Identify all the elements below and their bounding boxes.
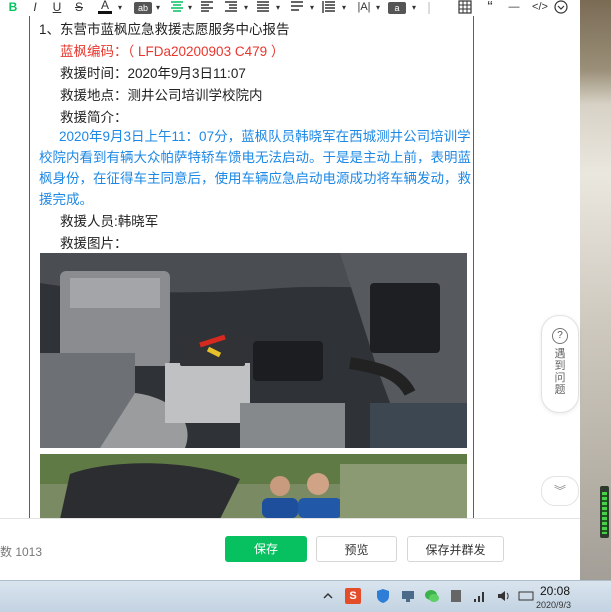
preview-button[interactable]: 预览 xyxy=(316,536,397,562)
windows-taskbar: S 20:08 2020/9/3 xyxy=(0,580,611,612)
word-count: 数 1013 xyxy=(0,545,43,559)
save-and-send-button[interactable]: 保存并群发 xyxy=(407,536,504,562)
letter-spacing-dropdown-icon[interactable]: ▾ xyxy=(374,0,382,15)
taskbar-date[interactable]: 2020/9/3 xyxy=(536,600,571,610)
indent-dropdown-icon[interactable]: ▾ xyxy=(242,0,250,15)
strikethrough-button[interactable]: S xyxy=(72,0,86,15)
code-icon[interactable]: </> xyxy=(532,0,548,15)
justify-icon[interactable] xyxy=(256,0,272,15)
save-button[interactable]: 保存 xyxy=(225,536,307,562)
signal-icon[interactable] xyxy=(472,588,488,604)
network-icon[interactable] xyxy=(400,588,416,604)
table-icon[interactable] xyxy=(458,0,474,15)
shield-icon[interactable] xyxy=(375,588,391,604)
underline-button[interactable]: U xyxy=(50,0,64,15)
clear-format-dropdown-icon[interactable]: ▾ xyxy=(410,0,418,15)
bold-button[interactable]: B xyxy=(6,0,20,15)
toolbar-divider xyxy=(428,2,430,14)
help-widget[interactable]: ? 遇到问题 xyxy=(541,315,579,413)
volume-icon[interactable] xyxy=(496,588,512,604)
content-frame xyxy=(29,16,474,518)
question-icon: ? xyxy=(552,328,568,344)
divider-line-icon[interactable]: — xyxy=(506,0,522,15)
highlight-dropdown-icon[interactable]: ▾ xyxy=(154,0,162,15)
battery-widget xyxy=(600,486,609,538)
line-spacing-icon[interactable] xyxy=(290,0,306,15)
align-left-icon[interactable] xyxy=(200,0,216,15)
font-color-dropdown-icon[interactable]: ▾ xyxy=(116,0,124,15)
paragraph-dropdown-icon[interactable]: ▾ xyxy=(340,0,348,15)
highlight-button[interactable]: ab xyxy=(134,2,152,14)
taskbar-clock[interactable]: 20:08 xyxy=(540,584,570,598)
italic-button[interactable]: I xyxy=(28,0,42,15)
expand-icon[interactable] xyxy=(554,0,570,15)
letter-spacing-icon[interactable]: |A| xyxy=(356,0,372,15)
paragraph-spacing-icon[interactable] xyxy=(322,0,338,15)
font-color-button[interactable]: A xyxy=(98,0,112,14)
line-spacing-dropdown-icon[interactable]: ▾ xyxy=(308,0,316,15)
chevron-up-icon[interactable] xyxy=(320,588,336,604)
chevron-down-icon: ︾ xyxy=(553,484,566,498)
help-label: 遇到问题 xyxy=(554,348,566,396)
clear-format-icon[interactable]: a xyxy=(388,2,406,14)
wechat-icon[interactable] xyxy=(424,588,440,604)
desktop-background xyxy=(580,0,611,580)
flag-icon[interactable] xyxy=(448,588,464,604)
scroll-down-button[interactable]: ︾ xyxy=(541,476,579,506)
align-dropdown-icon[interactable]: ▾ xyxy=(186,0,194,15)
justify-dropdown-icon[interactable]: ▾ xyxy=(274,0,282,15)
keyboard-icon[interactable] xyxy=(518,588,534,604)
align-center-icon[interactable] xyxy=(170,0,186,15)
editor-toolbar: B I U S A ▾ ab ▾ ▾ ▾ ▾ ▾ ▾ |A| ▾ a ▾ “ —… xyxy=(0,0,580,17)
sogou-input-icon[interactable]: S xyxy=(345,588,361,604)
bottom-action-bar: 数 1013 保存 预览 保存并群发 xyxy=(0,518,580,581)
indent-icon[interactable] xyxy=(224,0,240,15)
quote-icon[interactable]: “ xyxy=(482,0,498,16)
